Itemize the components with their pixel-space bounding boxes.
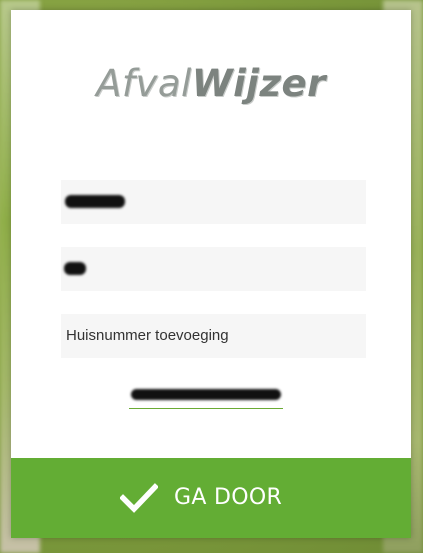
submit-label: GA DOOR <box>174 485 283 510</box>
logo-bold-text: Wijzer <box>191 62 326 105</box>
house-number-field[interactable] <box>61 247 366 291</box>
redacted-postcode <box>65 195 125 208</box>
house-number-addition-field[interactable]: Huisnummer toevoeging <box>61 314 366 358</box>
submit-button[interactable]: GA DOOR <box>11 458 411 538</box>
redacted-house-number <box>64 262 86 275</box>
afvalwijzer-logo: AfvalWijzer <box>11 62 411 105</box>
postcode-field[interactable] <box>61 180 366 224</box>
addition-placeholder: Huisnummer toevoeging <box>66 327 229 344</box>
checkmark-icon <box>120 483 158 513</box>
redacted-address <box>131 389 281 400</box>
address-result-link[interactable] <box>129 383 283 409</box>
logo-light-text: Afval <box>96 62 192 105</box>
login-card: AfvalWijzer Huisnummer toevoeging GA DOO… <box>11 10 411 538</box>
